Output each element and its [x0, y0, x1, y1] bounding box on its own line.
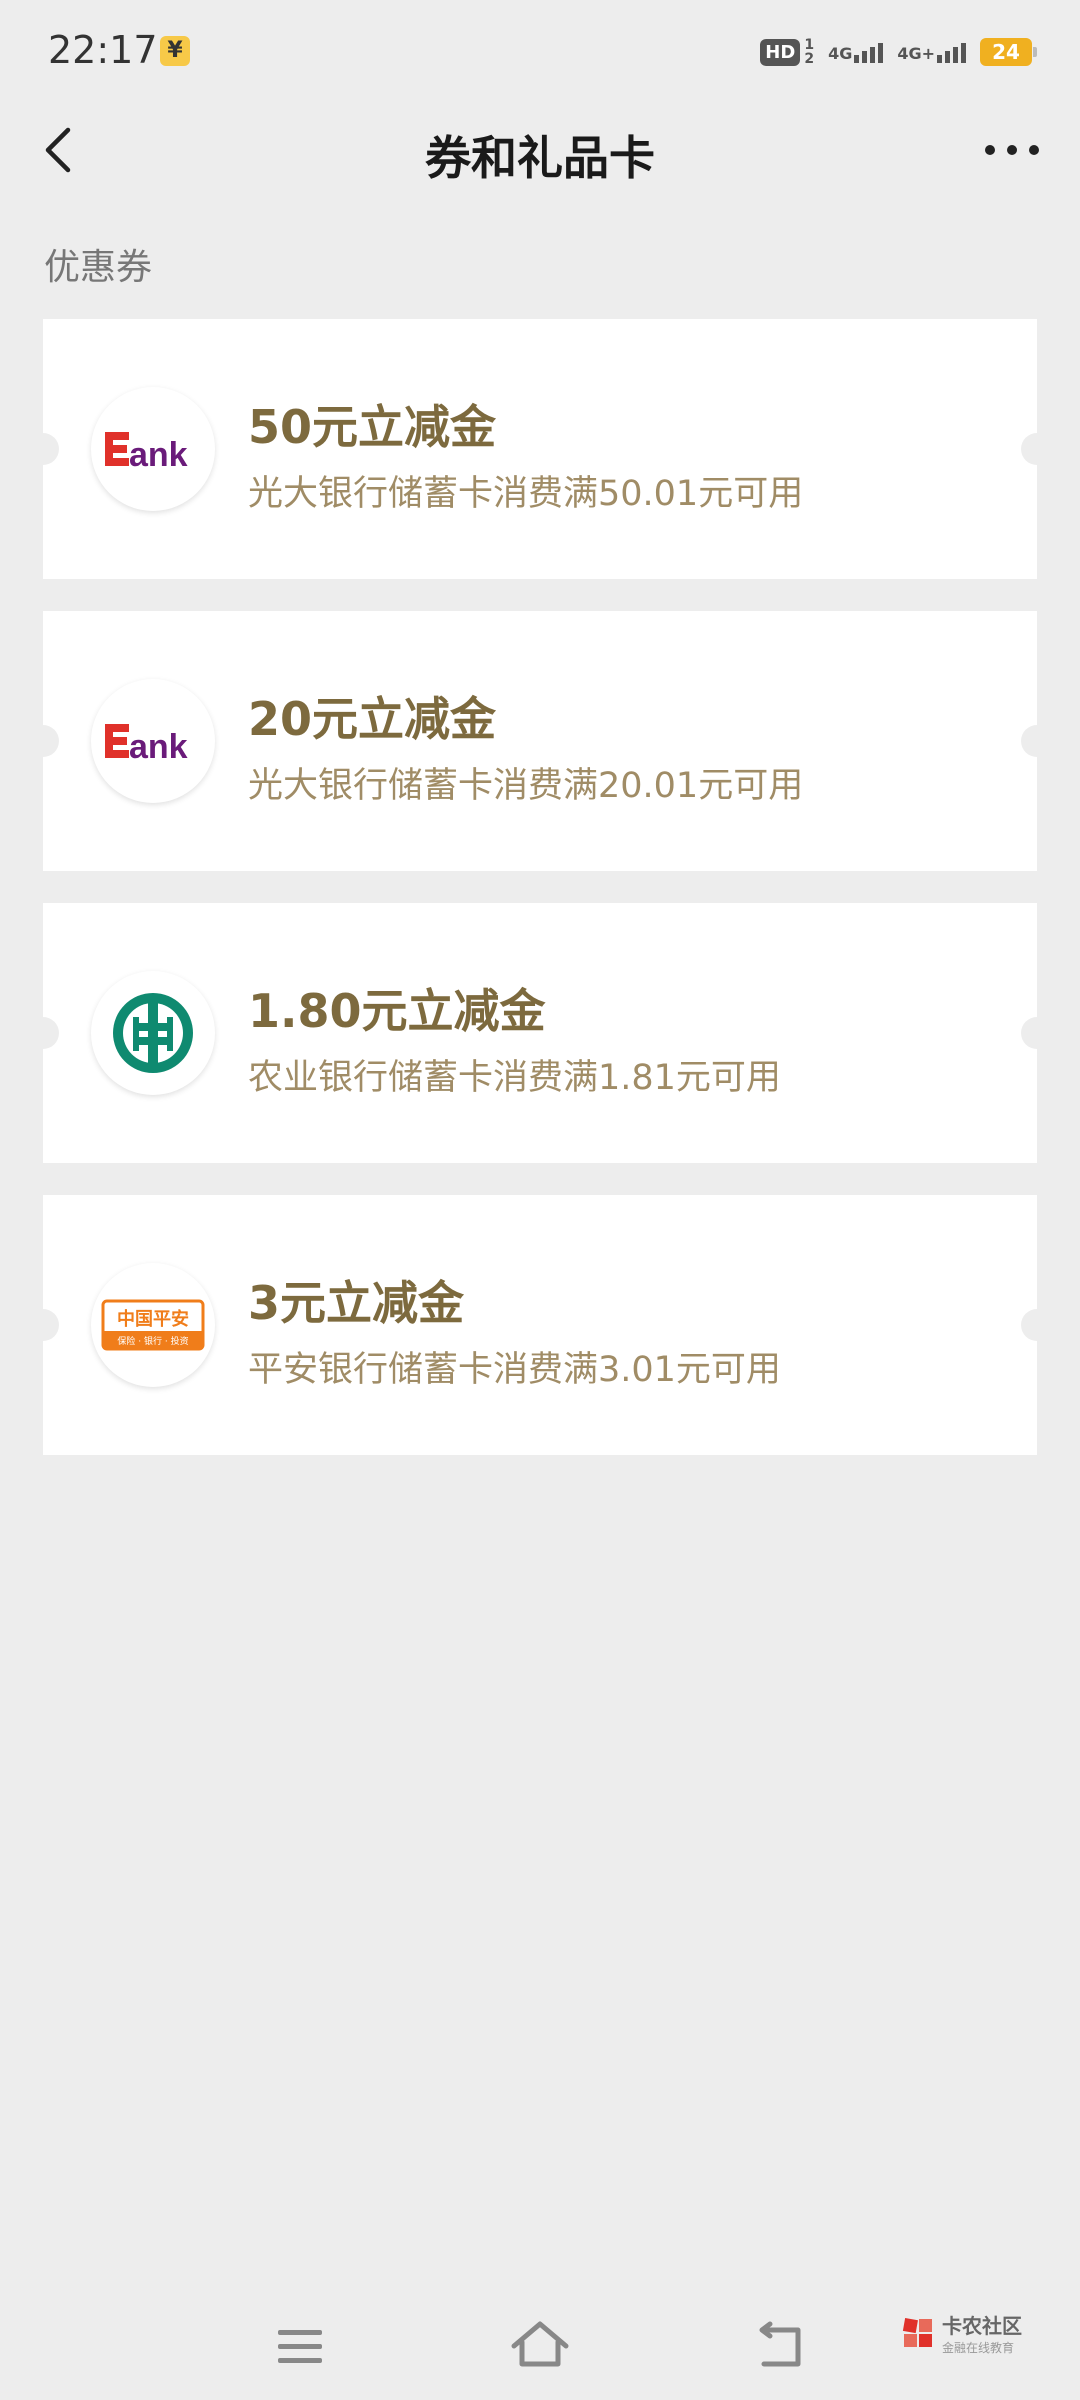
more-options-icon[interactable]	[980, 130, 1044, 170]
page-title: 券和礼品卡	[425, 131, 655, 185]
coupon-card[interactable]: ank 20元立减金 光大银行储蓄卡消费满20.01元可用	[43, 611, 1037, 871]
svg-text:ank: ank	[129, 436, 188, 474]
yuan-notification-icon: ¥	[160, 36, 190, 66]
coupon-desc: 农业银行储蓄卡消费满1.81元可用	[248, 1058, 781, 1098]
watermark-sub: 金融在线教育	[942, 2341, 1015, 2355]
svg-text:保险 · 银行 · 投资: 保险 · 银行 · 投资	[117, 1335, 188, 1347]
back-icon[interactable]	[750, 2316, 810, 2376]
home-icon[interactable]	[510, 2316, 570, 2376]
coupon-desc: 光大银行储蓄卡消费满50.01元可用	[248, 474, 804, 514]
section-label-coupons: 优惠券	[44, 247, 153, 288]
pingan-bank-logo-icon: 中国平安 保险 · 银行 · 投资	[91, 1263, 215, 1387]
coupon-list: ank 50元立减金 光大银行储蓄卡消费满50.01元可用 ank 20元立减金…	[43, 319, 1037, 1487]
watermark-main: 卡农社区	[942, 2314, 1022, 2338]
coupon-card[interactable]: ank 50元立减金 光大银行储蓄卡消费满50.01元可用	[43, 319, 1037, 579]
kanong-logo-icon	[902, 2318, 932, 2347]
signal-4g-icon: 4G	[828, 41, 884, 63]
coupon-title: 1.80元立减金	[248, 984, 546, 1038]
ceb-bank-logo-icon: ank	[91, 679, 215, 803]
menu-icon[interactable]	[270, 2316, 330, 2376]
status-bar: 22:17 ¥ HD 1 2 4G 4G+ 24	[0, 0, 1080, 100]
coupon-card[interactable]: 1.80元立减金 农业银行储蓄卡消费满1.81元可用	[43, 903, 1037, 1163]
coupon-title: 3元立减金	[248, 1276, 465, 1330]
status-time: 22:17	[48, 28, 158, 72]
ceb-bank-logo-icon: ank	[91, 387, 215, 511]
hd-icon: HD	[760, 38, 801, 66]
coupon-title: 50元立减金	[248, 400, 497, 454]
coupon-title: 20元立减金	[248, 692, 497, 746]
watermark: 卡农社区 金融在线教育	[900, 2310, 1022, 2356]
coupon-desc: 平安银行储蓄卡消费满3.01元可用	[248, 1350, 781, 1390]
svg-text:中国平安: 中国平安	[117, 1308, 189, 1330]
sim-indicator: 1 2	[804, 37, 815, 67]
abc-bank-logo-icon	[91, 971, 215, 1095]
status-icons: HD 1 2 4G 4G+ 24	[760, 32, 1037, 72]
signal-4g-plus-icon: 4G+	[897, 41, 966, 63]
svg-text:ank: ank	[129, 728, 188, 766]
coupon-card[interactable]: 中国平安 保险 · 银行 · 投资 3元立减金 平安银行储蓄卡消费满3.01元可…	[43, 1195, 1037, 1455]
coupon-desc: 光大银行储蓄卡消费满20.01元可用	[248, 766, 804, 806]
nav-bar: 券和礼品卡	[0, 100, 1080, 200]
battery-icon: 24	[980, 38, 1037, 66]
